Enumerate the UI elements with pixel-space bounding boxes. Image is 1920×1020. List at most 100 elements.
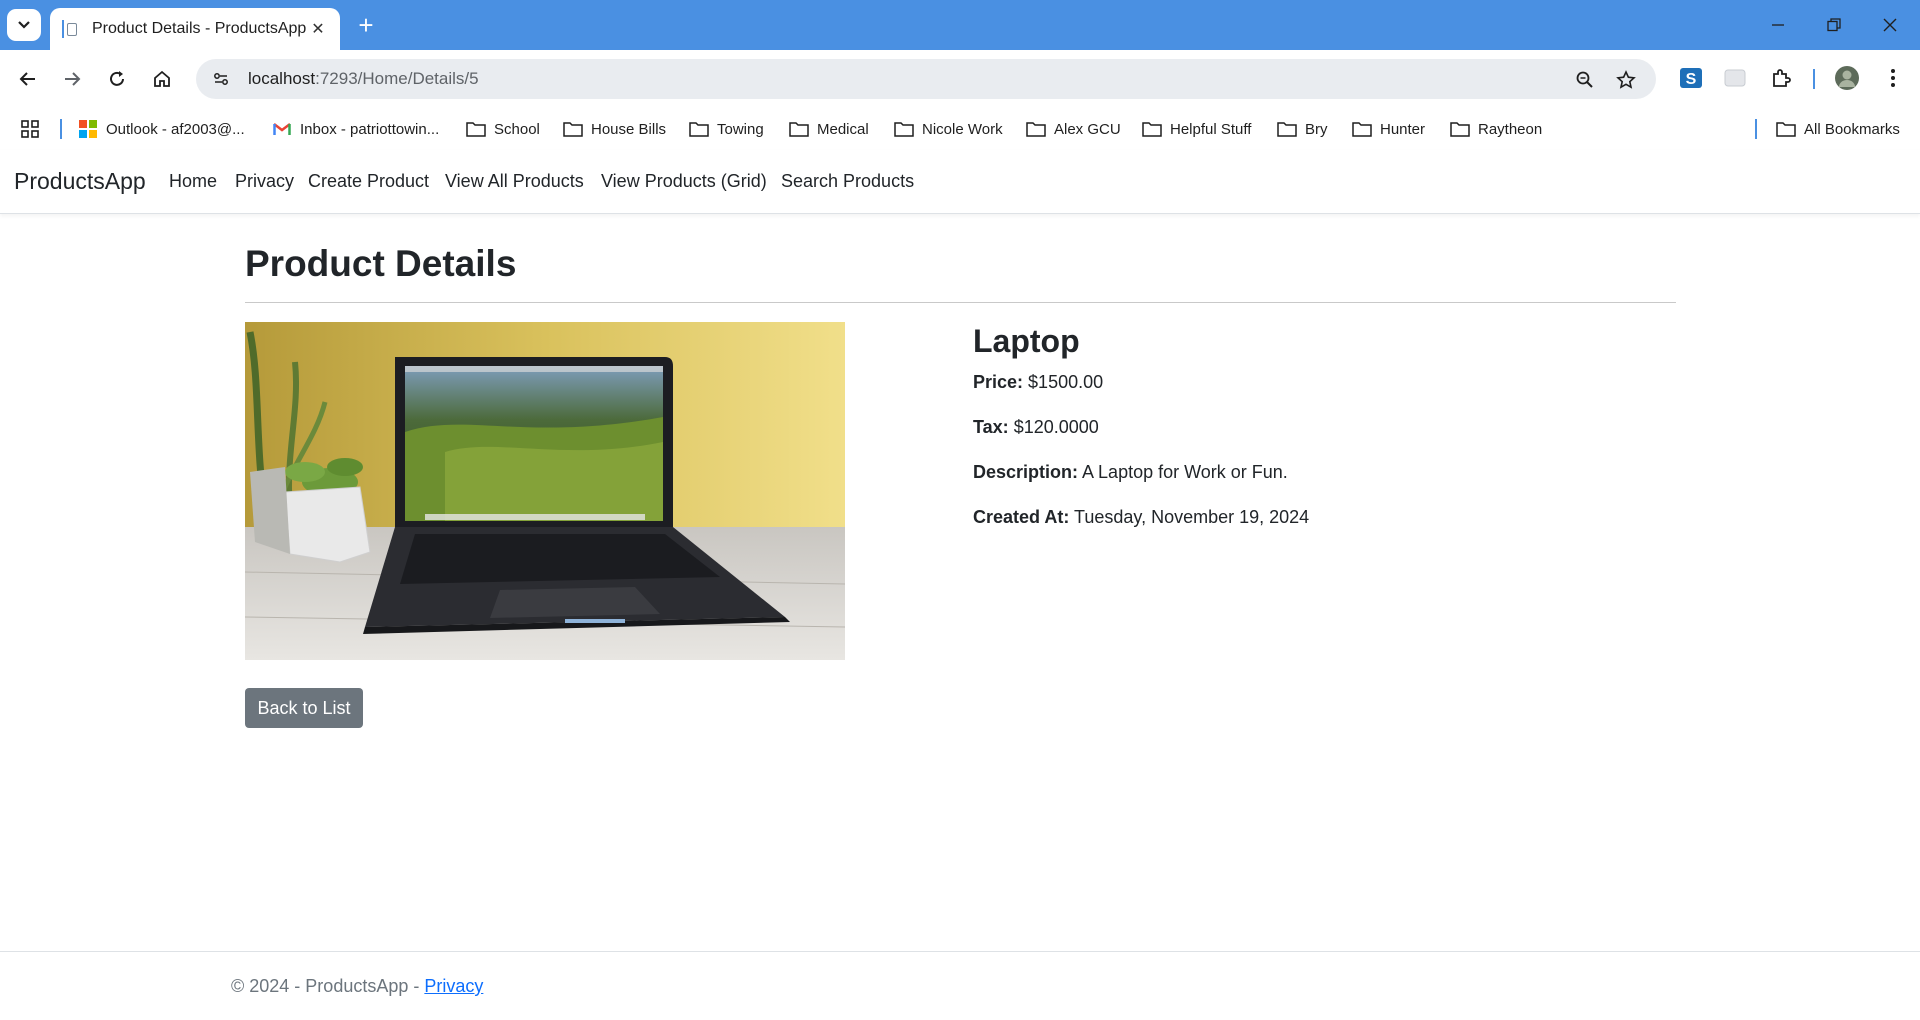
all-bookmarks-label: All Bookmarks — [1804, 120, 1900, 138]
back-button[interactable] — [12, 63, 44, 95]
back-to-list-button[interactable]: Back to List — [245, 688, 363, 728]
browser-menu-button[interactable] — [1878, 63, 1908, 93]
bookmark-label: Outlook - af2003@... — [106, 120, 245, 138]
home-icon — [154, 70, 170, 87]
extensions-puzzle-icon[interactable] — [1766, 63, 1796, 93]
browser-tabstrip: Product Details - ProductsApp ✕ + — [0, 0, 1920, 50]
product-price-row: Price: $1500.00 — [973, 372, 1103, 393]
active-tab[interactable]: Product Details - ProductsApp ✕ — [50, 8, 340, 50]
bookmark-folder-towing[interactable]: Towing — [689, 116, 764, 142]
footer-divider — [0, 951, 1920, 952]
tax-value: $120.0000 — [1013, 417, 1099, 437]
bookmark-gmail[interactable]: Inbox - patriottowin... — [272, 116, 439, 142]
bookmark-folder-medical[interactable]: Medical — [789, 116, 869, 142]
product-description-row: Description: A Laptop for Work or Fun. — [973, 462, 1288, 483]
bookmark-folder-raytheon[interactable]: Raytheon — [1450, 116, 1542, 142]
bookmark-folder-bry[interactable]: Bry — [1277, 116, 1328, 142]
tab-search-button[interactable] — [7, 9, 41, 41]
bookmark-folder-alex-gcu[interactable]: Alex GCU — [1026, 116, 1121, 142]
reload-button[interactable] — [101, 63, 133, 95]
chevron-down-icon — [18, 21, 30, 29]
product-tax-row: Tax: $120.0000 — [973, 417, 1099, 438]
bookmarks-bar: Outlook - af2003@... Inbox - patriottowi… — [0, 108, 1920, 150]
bookmark-label: Medical — [817, 120, 869, 138]
zoom-icon[interactable] — [1574, 69, 1596, 91]
url-text[interactable]: localhost:7293/Home/Details/5 — [248, 69, 479, 89]
bookmark-folder-house-bills[interactable]: House Bills — [563, 116, 666, 142]
folder-icon — [1277, 119, 1297, 139]
new-tab-button[interactable]: + — [352, 11, 380, 39]
bookmark-folder-school[interactable]: School — [466, 116, 540, 142]
price-label: Price: — [973, 372, 1024, 392]
restore-button[interactable] — [1806, 0, 1862, 50]
bookmark-label: Hunter — [1380, 120, 1426, 138]
bookmark-label: School — [494, 120, 540, 138]
svg-text:S: S — [1686, 71, 1697, 88]
folder-icon — [1352, 119, 1372, 139]
bookmark-label: Raytheon — [1478, 120, 1543, 138]
nav-view-products-grid[interactable]: View Products (Grid) — [601, 171, 767, 192]
nav-view-all-products[interactable]: View All Products — [445, 171, 584, 192]
all-bookmarks-button[interactable]: All Bookmarks — [1776, 116, 1900, 142]
bookmark-label: House Bills — [591, 120, 667, 138]
description-label: Description: — [973, 462, 1079, 482]
more-vert-icon — [1891, 69, 1895, 87]
nav-privacy[interactable]: Privacy — [235, 171, 294, 192]
close-window-button[interactable] — [1862, 0, 1918, 50]
restore-icon — [1827, 18, 1841, 32]
bookmark-label: Inbox - patriottowin... — [300, 120, 440, 138]
bookmark-folder-nicole-work[interactable]: Nicole Work — [894, 116, 1003, 142]
product-name: Laptop — [973, 323, 1080, 359]
bookmark-folder-helpful-stuff[interactable]: Helpful Stuff — [1142, 116, 1251, 142]
gmail-icon — [272, 119, 292, 139]
folder-icon — [1776, 119, 1796, 139]
bookmark-label: Nicole Work — [922, 120, 1003, 138]
page-title: Product Details — [245, 243, 517, 284]
toolbar-divider — [1813, 69, 1815, 89]
nav-search-products[interactable]: Search Products — [781, 171, 914, 192]
created-value: Tuesday, November 19, 2024 — [1074, 507, 1310, 527]
bookmarks-divider — [60, 119, 62, 139]
folder-icon — [789, 119, 809, 139]
site-brand[interactable]: ProductsApp — [14, 168, 146, 195]
forward-button[interactable] — [56, 63, 88, 95]
folder-icon — [1450, 119, 1470, 139]
folder-icon — [689, 119, 709, 139]
bookmark-label: Helpful Stuff — [1170, 120, 1252, 138]
nav-create-product[interactable]: Create Product — [308, 171, 429, 192]
extension-s-icon[interactable]: S — [1676, 63, 1706, 93]
bookmark-label: Bry — [1305, 120, 1328, 138]
url-host: localhost — [248, 69, 316, 88]
product-image — [245, 322, 845, 660]
tab-title: Product Details - ProductsApp — [92, 20, 307, 37]
apps-grid-icon — [21, 120, 39, 138]
tab-close-icon[interactable]: ✕ — [308, 19, 328, 39]
browser-toolbar: localhost:7293/Home/Details/5 S — [0, 50, 1920, 108]
site-navbar: ProductsApp Home Privacy Create Product … — [0, 150, 1920, 214]
apps-button[interactable] — [20, 116, 40, 142]
bookmark-outlook[interactable]: Outlook - af2003@... — [78, 116, 245, 142]
bookmark-folder-hunter[interactable]: Hunter — [1352, 116, 1425, 142]
footer-privacy-link[interactable]: Privacy — [424, 976, 483, 996]
folder-icon — [1026, 119, 1046, 139]
folder-icon — [894, 119, 914, 139]
arrow-right-icon — [65, 72, 81, 86]
footer: © 2024 - ProductsApp - Privacy — [231, 976, 483, 997]
address-bar[interactable]: localhost:7293/Home/Details/5 — [196, 59, 1656, 99]
all-bookmarks-divider — [1755, 119, 1757, 139]
site-info-icon[interactable] — [208, 66, 234, 92]
folder-icon — [1142, 119, 1162, 139]
footer-copyright: © 2024 - ProductsApp - — [231, 976, 425, 996]
nav-home[interactable]: Home — [169, 171, 217, 192]
reload-icon — [110, 71, 124, 86]
close-icon — [1883, 18, 1897, 32]
profile-avatar[interactable] — [1832, 63, 1862, 93]
url-path: :7293/Home/Details/5 — [315, 69, 479, 88]
arrow-left-icon — [19, 72, 35, 86]
home-button[interactable] — [146, 63, 178, 95]
bookmark-star-icon[interactable] — [1615, 69, 1637, 91]
folder-icon — [563, 119, 583, 139]
minimize-button[interactable] — [1750, 0, 1806, 50]
minimize-icon — [1772, 24, 1784, 26]
extension-placeholder-icon[interactable] — [1720, 63, 1750, 93]
